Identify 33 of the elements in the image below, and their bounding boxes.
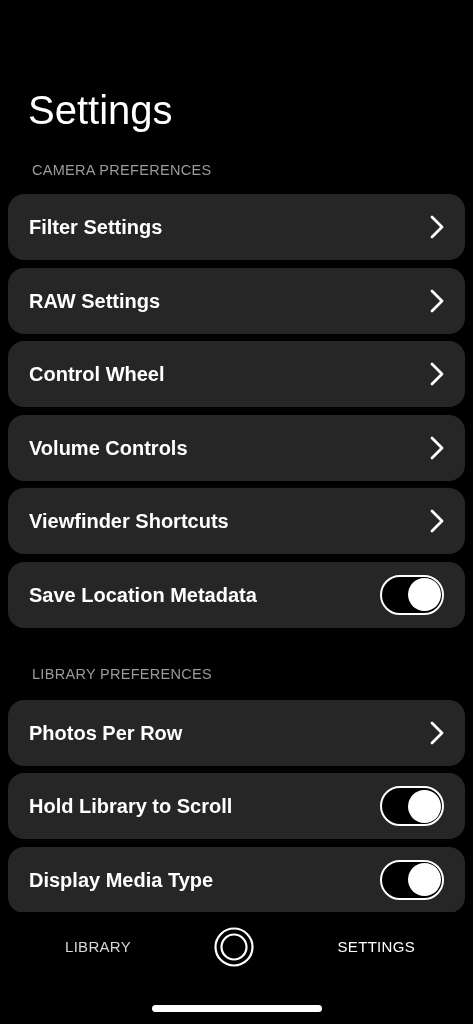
- settings-row[interactable]: Display Media Type: [8, 846, 465, 912]
- settings-row[interactable]: Hold Library to Scroll: [8, 773, 465, 839]
- chevron-right-icon: [430, 215, 444, 239]
- chevron-right-icon: [430, 362, 444, 386]
- settings-row[interactable]: Volume Controls: [8, 414, 465, 481]
- row-label: Save Location Metadata: [29, 582, 257, 608]
- section-header: CAMERA PREFERENCES: [32, 161, 212, 180]
- chevron-right-icon: [430, 288, 444, 313]
- row-label: Volume Controls: [29, 435, 188, 461]
- row-label: Hold Library to Scroll: [29, 794, 233, 819]
- settings-row[interactable]: Photos Per Row: [8, 699, 465, 766]
- row-label: Photos Per Row: [29, 720, 183, 746]
- tab-button[interactable]: LIBRARY: [65, 935, 132, 959]
- section-header: LIBRARY PREFERENCES: [32, 664, 213, 684]
- tab-button[interactable]: SETTINGS: [337, 935, 415, 959]
- settings-row[interactable]: RAW Settings: [8, 267, 465, 334]
- toggle-switch[interactable]: [380, 859, 444, 900]
- row-label: Filter Settings: [29, 215, 163, 240]
- settings-row[interactable]: Viewfinder Shortcuts: [8, 488, 465, 554]
- toggle-switch[interactable]: [380, 574, 444, 615]
- settings-row[interactable]: Control Wheel: [8, 341, 465, 407]
- settings-row[interactable]: Save Location Metadata: [8, 561, 465, 628]
- settings-row[interactable]: Filter Settings: [8, 194, 465, 260]
- chevron-right-icon: [430, 720, 444, 745]
- page-title: Settings: [28, 87, 173, 134]
- row-label: Control Wheel: [29, 362, 165, 387]
- row-label: Viewfinder Shortcuts: [29, 509, 229, 534]
- chevron-right-icon: [430, 509, 444, 533]
- shutter-button[interactable]: [214, 927, 255, 967]
- row-label: Display Media Type: [29, 867, 214, 893]
- toggle-switch[interactable]: [380, 786, 444, 826]
- row-label: RAW Settings: [29, 288, 161, 314]
- chevron-right-icon: [430, 435, 444, 460]
